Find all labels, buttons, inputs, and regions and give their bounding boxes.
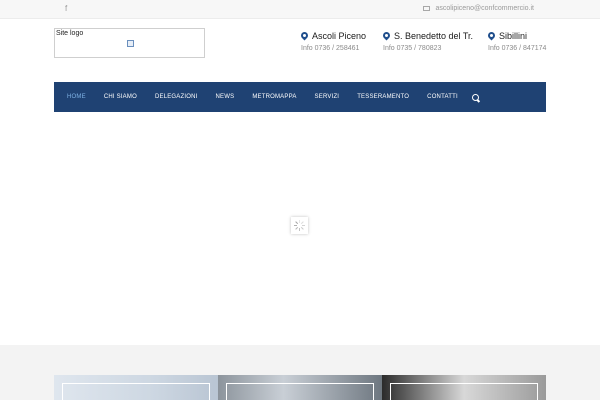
- nav-item-home[interactable]: HOME: [67, 94, 86, 100]
- envelope-icon: [423, 6, 431, 11]
- nav-item-delegazioni[interactable]: DELEGAZIONI: [155, 94, 198, 100]
- spinner-spoke: [294, 225, 297, 226]
- tile-frame: [226, 383, 374, 400]
- broken-image-icon: [127, 40, 134, 47]
- nav-item-metromappa[interactable]: METROMAPPA: [252, 94, 296, 100]
- tile-frame: [390, 383, 538, 400]
- spinner-spoke: [295, 226, 299, 230]
- spinner-spoke: [302, 225, 305, 226]
- location-phone: Info 0736 / 847174: [488, 45, 547, 52]
- tile-servizi-image[interactable]: [218, 375, 382, 400]
- nav-item-servizi[interactable]: SERVIZI: [315, 94, 340, 100]
- email-link[interactable]: ascolipiceno@confcommercio.it: [423, 5, 534, 12]
- location-name: Ascoli Piceno: [312, 31, 367, 41]
- location-phone: Info 0736 / 258461: [301, 45, 360, 52]
- loading-spinner: [291, 217, 308, 234]
- image-tiles: [54, 375, 546, 400]
- map-pin-icon: [301, 32, 308, 41]
- email-text: ascolipiceno@confcommercio.it: [435, 5, 534, 12]
- site-logo[interactable]: Site logo: [54, 28, 205, 58]
- tile-metromappa-image[interactable]: [54, 375, 218, 400]
- nav-item-contatti[interactable]: CONTATTI: [427, 94, 458, 100]
- spinner-spoke: [299, 228, 300, 231]
- location-sibillini: Sibillini Info 0736 / 847174: [488, 31, 546, 52]
- location-sanbenedetto: S. Benedetto del Tr. Info 0735 / 780823: [383, 31, 473, 52]
- search-icon[interactable]: [471, 93, 479, 101]
- tile-frame: [62, 383, 210, 400]
- nav-item-tesseramento[interactable]: TESSERAMENTO: [357, 94, 409, 100]
- map-pin-icon: [488, 32, 495, 41]
- spinner-spoke: [300, 221, 304, 225]
- facebook-icon[interactable]: f: [65, 4, 67, 13]
- location-name: S. Benedetto del Tr.: [394, 31, 474, 41]
- nav-item-chi-siamo[interactable]: CHI SIAMO: [104, 94, 137, 100]
- spinner-spoke: [295, 221, 299, 225]
- location-name: Sibillini: [499, 31, 528, 41]
- location-phone: Info 0735 / 780823: [383, 45, 442, 52]
- spinner-spoke: [300, 226, 304, 230]
- main-nav: HOME CHI SIAMO DELEGAZIONI NEWS METROMAP…: [54, 82, 546, 112]
- nav-item-news[interactable]: NEWS: [216, 94, 235, 100]
- tile-news-image[interactable]: [382, 375, 546, 400]
- logo-alt-text: Site logo: [56, 30, 84, 37]
- location-ascoli: Ascoli Piceno Info 0736 / 258461: [301, 31, 366, 52]
- map-pin-icon: [383, 32, 390, 41]
